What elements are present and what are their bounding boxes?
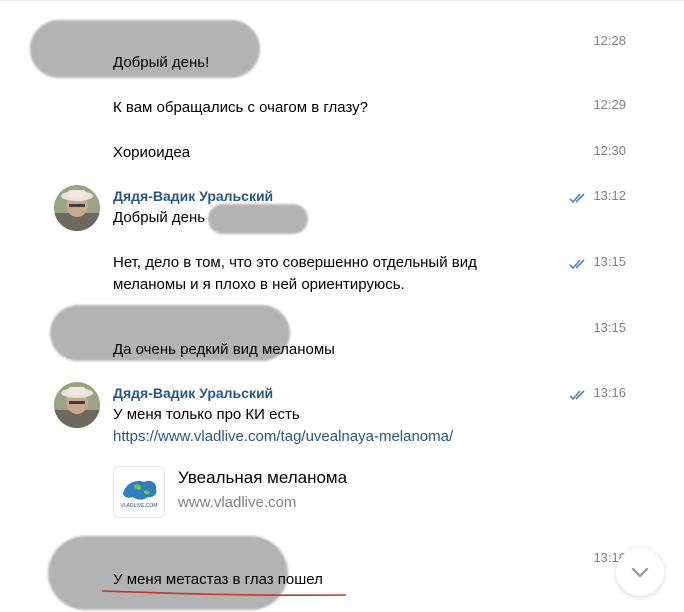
message-time: 13:15 bbox=[593, 254, 626, 269]
chevron-down-icon bbox=[631, 567, 649, 578]
top-divider bbox=[0, 0, 684, 1]
scroll-down-button[interactable] bbox=[616, 548, 664, 596]
message-link[interactable]: https://www.vladlive.com/tag/uvealnaya-m… bbox=[113, 428, 453, 445]
double-check-icon bbox=[569, 390, 585, 401]
message-text: Добрый день bbox=[113, 209, 206, 226]
redacted-text bbox=[208, 204, 308, 234]
message-text-line2: меланомы и я плохо в ней ориентируюсь. bbox=[113, 276, 405, 293]
avatar[interactable] bbox=[54, 185, 100, 231]
avatar-photo-icon bbox=[54, 382, 100, 428]
message-time: 12:29 bbox=[593, 97, 626, 112]
message-time: 12:30 bbox=[593, 143, 626, 158]
snippet-logo[interactable]: VLADLIVE.COM bbox=[113, 466, 165, 518]
message-text: Хориоидеа bbox=[113, 144, 191, 161]
double-check-icon bbox=[569, 259, 585, 270]
snippet-logo-text: VLADLIVE.COM bbox=[121, 503, 158, 509]
message-time: 13:12 bbox=[593, 188, 626, 203]
message-text: Добрый день! bbox=[113, 54, 210, 71]
message-time: 12:28 bbox=[593, 33, 626, 48]
message-text: К вам обращались с очагом в глазу? bbox=[113, 99, 368, 116]
message-time: 13:16 bbox=[593, 385, 626, 400]
message-time: 13:15 bbox=[593, 320, 626, 335]
author-name[interactable]: Дядя-Вадик Уральский bbox=[113, 188, 273, 204]
message-text: У меня только про КИ есть bbox=[113, 406, 300, 423]
snippet-title[interactable]: Увеальная меланома bbox=[178, 468, 347, 488]
avatar[interactable] bbox=[54, 382, 100, 428]
double-check-icon bbox=[569, 193, 585, 204]
red-underline bbox=[101, 590, 347, 596]
message-text: Нет, дело в том, что это совершенно отде… bbox=[113, 254, 477, 271]
avatar-photo-icon bbox=[54, 185, 100, 231]
vladlive-logo-icon: VLADLIVE.COM bbox=[114, 467, 164, 517]
snippet-domain[interactable]: www.vladlive.com bbox=[178, 494, 296, 511]
author-name[interactable]: Дядя-Вадик Уральский bbox=[113, 385, 273, 401]
message-text: Да очень редкий вид меланомы bbox=[113, 341, 335, 358]
